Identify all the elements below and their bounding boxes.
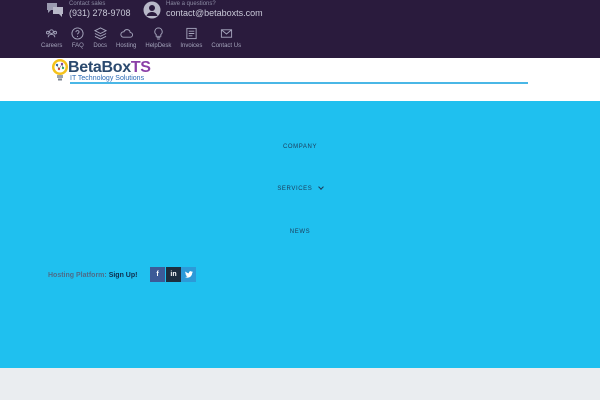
chevron-down-icon <box>317 184 324 190</box>
layers-icon <box>93 27 107 40</box>
linkedin-icon[interactable]: in <box>166 267 181 282</box>
lightbulb-icon <box>154 27 163 40</box>
users-icon <box>46 29 58 38</box>
nav-services[interactable]: SERVICES <box>0 184 600 192</box>
signup-link[interactable]: Sign Up! <box>109 272 138 279</box>
contact-mail-address[interactable]: contact@betaboxts.com <box>166 8 263 19</box>
contact-sales-label: Contact sales <box>69 1 106 7</box>
top-link-contact[interactable]: Contact Us <box>211 27 241 49</box>
top-link-label: Docs <box>93 43 108 49</box>
top-bar: Contact sales (931) 278-9708 Have a ques… <box>0 0 600 58</box>
chat-bubbles-icon <box>46 1 64 19</box>
logo-main: BetaBox <box>68 59 131 76</box>
logo-tagline: IT Technology Solutions <box>70 75 145 82</box>
top-links: Careers FAQ Docs Hosting HelpDesk Invoic… <box>41 27 250 49</box>
top-link-label: Careers <box>41 43 63 49</box>
nav-news[interactable]: NEWS <box>0 229 600 235</box>
envelope-icon <box>220 29 232 38</box>
invoice-icon <box>186 27 197 40</box>
hosting-platform: Hosting Platform: Sign Up! <box>48 272 137 279</box>
cloud-icon <box>120 29 133 38</box>
nav-services-label: SERVICES <box>277 186 313 192</box>
contact-mail-label: Have a questions? <box>166 1 216 7</box>
top-link-helpdesk[interactable]: HelpDesk <box>145 27 171 49</box>
logo-suffix: TS <box>130 59 151 76</box>
footer <box>0 368 600 400</box>
top-link-label: Hosting <box>116 43 137 49</box>
top-link-docs[interactable]: Docs <box>93 27 107 49</box>
contact-mail[interactable]: Have a questions? contact@betaboxts.com <box>143 1 263 19</box>
top-link-faq[interactable]: FAQ <box>71 27 84 49</box>
twitter-icon[interactable] <box>181 267 196 282</box>
user-avatar-icon <box>143 1 161 19</box>
top-link-label: Contact Us <box>211 43 242 49</box>
hosting-label: Hosting Platform: <box>48 272 107 279</box>
top-link-label: FAQ <box>71 43 84 49</box>
question-icon <box>71 27 84 40</box>
top-link-label: HelpDesk <box>145 43 172 49</box>
contact-sales-phone[interactable]: (931) 278-9708 <box>69 8 131 19</box>
top-link-careers[interactable]: Careers <box>41 27 62 49</box>
facebook-icon[interactable]: f <box>150 267 165 282</box>
nav-company[interactable]: COMPANY <box>0 144 600 150</box>
top-link-hosting[interactable]: Hosting <box>116 27 136 49</box>
top-link-invoices[interactable]: Invoices <box>180 27 202 49</box>
top-link-label: Invoices <box>180 43 203 49</box>
header-divider <box>70 82 528 84</box>
contact-sales[interactable]: Contact sales (931) 278-9708 <box>46 1 131 19</box>
